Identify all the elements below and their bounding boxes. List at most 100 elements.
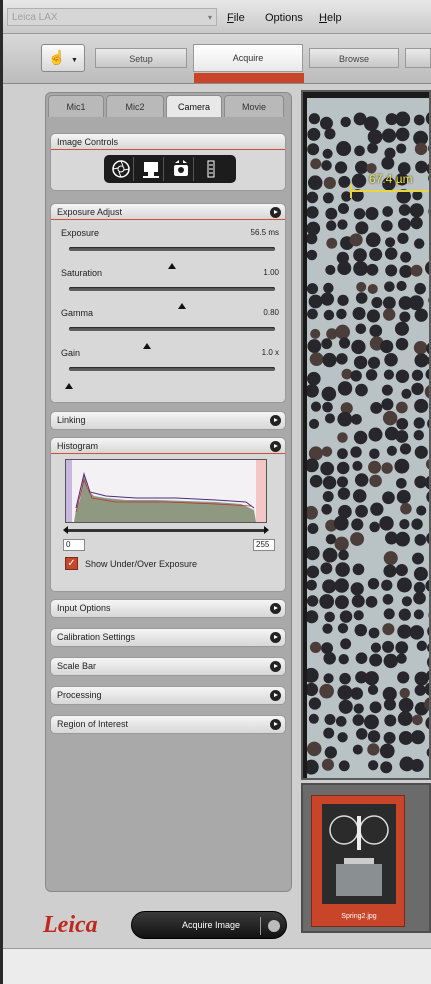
menu-file-label: ile xyxy=(233,12,245,24)
exposure-adjust-title: Exposure Adjust xyxy=(57,207,123,217)
gain-slider-track[interactable] xyxy=(65,367,275,389)
exposure-adjust-header[interactable]: Exposure Adjust xyxy=(51,204,285,220)
specimen-image xyxy=(307,111,429,775)
saturation-value[interactable]: 1.00 xyxy=(263,268,279,277)
expand-toggle-icon[interactable] xyxy=(270,603,281,614)
input-options-header[interactable]: Input Options xyxy=(51,600,285,617)
acquire-image-label: Acquire Image xyxy=(182,920,241,930)
show-exposure-checkbox[interactable]: ✓ xyxy=(65,557,78,570)
tab-movie[interactable]: Movie xyxy=(224,95,284,117)
workflow-tab-bar: ☝ ▼ Setup Acquire Browse xyxy=(3,34,431,84)
image-controls-toolbar xyxy=(104,155,236,183)
acquire-image-button[interactable]: Acquire Image xyxy=(131,911,287,939)
tab-acquire-label: Acquire xyxy=(232,53,264,63)
menu-help[interactable]: Help xyxy=(319,12,342,24)
range-max-handle[interactable] xyxy=(264,526,269,534)
scale-bar-header[interactable]: Scale Bar xyxy=(51,658,285,675)
tab-mic1[interactable]: Mic1 xyxy=(48,95,104,117)
expand-toggle-icon[interactable] xyxy=(270,661,281,672)
calibration-settings-title: Calibration Settings xyxy=(57,632,136,642)
expand-toggle-icon[interactable] xyxy=(270,719,281,730)
region-of-interest-title: Region of Interest xyxy=(57,719,129,729)
saturation-label: Saturation xyxy=(61,268,103,278)
exposure-adjust-group: Exposure Adjust Exposure 56.5 ms Saturat… xyxy=(50,203,286,403)
home-menu-button[interactable]: ☝ ▼ xyxy=(41,44,85,72)
measurement-endpoint[interactable] xyxy=(350,184,352,198)
app-title-field[interactable]: Leica LAX xyxy=(7,8,217,26)
gain-slider-row: Gain 1.0 x xyxy=(59,348,281,389)
collapse-toggle-icon[interactable] xyxy=(270,441,281,452)
processing-header[interactable]: Processing xyxy=(51,687,285,704)
button-divider xyxy=(260,917,261,935)
histogram-header[interactable]: Histogram xyxy=(51,438,285,454)
region-of-interest-header[interactable]: Region of Interest xyxy=(51,716,285,733)
gain-slider-thumb[interactable] xyxy=(65,383,73,389)
saturation-slider-track[interactable] xyxy=(69,287,275,309)
thumbnail-image xyxy=(322,804,396,904)
filmstrip-thumbnail[interactable]: Spring2.jpg xyxy=(311,795,405,927)
app-title-dropdown-icon[interactable]: ▾ xyxy=(208,13,212,22)
measurement-line[interactable] xyxy=(350,184,429,198)
tab-overflow[interactable] xyxy=(405,48,431,68)
expand-toggle-icon[interactable] xyxy=(270,632,281,643)
calibration-settings-group: Calibration Settings xyxy=(50,628,286,647)
hand-icon: ☝ xyxy=(48,49,66,65)
chevron-down-icon: ▼ xyxy=(71,57,78,64)
live-microscope-image[interactable]: 67.4 µm xyxy=(307,98,429,778)
filmstrip-panel: Spring2.jpg xyxy=(301,783,431,933)
tab-camera[interactable]: Camera xyxy=(166,95,222,117)
calibration-settings-header[interactable]: Calibration Settings xyxy=(51,629,285,646)
linking-group: Linking xyxy=(50,411,286,430)
image-viewer[interactable]: 67.4 µm xyxy=(301,90,431,780)
histogram-title: Histogram xyxy=(57,441,99,451)
histogram-range-slider[interactable] xyxy=(63,526,269,534)
exposure-slider-track[interactable] xyxy=(69,247,275,269)
range-max-field[interactable]: 255 xyxy=(253,539,275,551)
measurement-label: 67.4 µm xyxy=(369,172,413,186)
expand-toggle-icon[interactable] xyxy=(270,690,281,701)
region-of-interest-group: Region of Interest xyxy=(50,715,286,734)
linking-title: Linking xyxy=(57,415,86,425)
exposure-label: Exposure xyxy=(61,228,100,238)
tab-setup[interactable]: Setup xyxy=(95,48,187,68)
histogram-curve xyxy=(74,472,256,522)
thumbnail-caption: Spring2.jpg xyxy=(341,913,377,920)
menu-help-label: elp xyxy=(326,12,342,24)
rotate-icon[interactable] xyxy=(198,157,224,181)
range-min-handle[interactable] xyxy=(63,526,68,534)
menu-file-mnemonic: F xyxy=(227,12,234,24)
menu-help-mnemonic: H xyxy=(319,12,327,24)
collapse-toggle-icon[interactable] xyxy=(270,207,281,218)
gamma-slider-row: Gamma 0.80 xyxy=(59,308,281,349)
input-options-group: Input Options xyxy=(50,599,286,618)
saturation-slider-row: Saturation 1.00 xyxy=(59,268,281,309)
tab-mic2[interactable]: Mic2 xyxy=(106,95,164,117)
aperture-icon[interactable] xyxy=(108,157,134,181)
leica-logo: Leica xyxy=(43,912,98,938)
camera-mount-icon[interactable] xyxy=(138,157,164,181)
histogram-plot xyxy=(65,459,267,523)
acquire-options-icon[interactable] xyxy=(268,920,280,932)
gain-value[interactable]: 1.0 x xyxy=(262,348,279,357)
show-exposure-label: Show Under/Over Exposure xyxy=(85,559,198,569)
tab-acquire[interactable]: Acquire xyxy=(193,44,304,83)
gamma-value[interactable]: 0.80 xyxy=(263,308,279,317)
menu-file[interactable]: File xyxy=(227,12,245,24)
input-options-title: Input Options xyxy=(57,603,111,613)
exposure-value[interactable]: 56.5 ms xyxy=(251,228,279,237)
sub-tab-bar: Mic1 Mic2 Camera Movie xyxy=(48,95,288,117)
range-min-field[interactable]: 0 xyxy=(63,539,85,551)
processing-title: Processing xyxy=(57,690,102,700)
menu-options[interactable]: Options xyxy=(265,12,303,24)
linking-header[interactable]: Linking xyxy=(51,412,285,429)
tab-browse[interactable]: Browse xyxy=(309,48,399,68)
scale-bar-group: Scale Bar xyxy=(50,657,286,676)
exposure-slider-row: Exposure 56.5 ms xyxy=(59,228,281,269)
camera-flip-icon[interactable] xyxy=(168,157,194,181)
left-control-panel: Mic1 Mic2 Camera Movie Image Controls Ex… xyxy=(45,92,292,892)
histogram-group: Histogram 0 255 ✓ Show Under/Over Exposu… xyxy=(50,437,286,592)
title-bar: Leica LAX ▾ File Options Help xyxy=(3,0,431,34)
gamma-slider-track[interactable] xyxy=(69,327,275,349)
image-controls-header[interactable]: Image Controls xyxy=(51,134,285,150)
expand-toggle-icon[interactable] xyxy=(270,415,281,426)
